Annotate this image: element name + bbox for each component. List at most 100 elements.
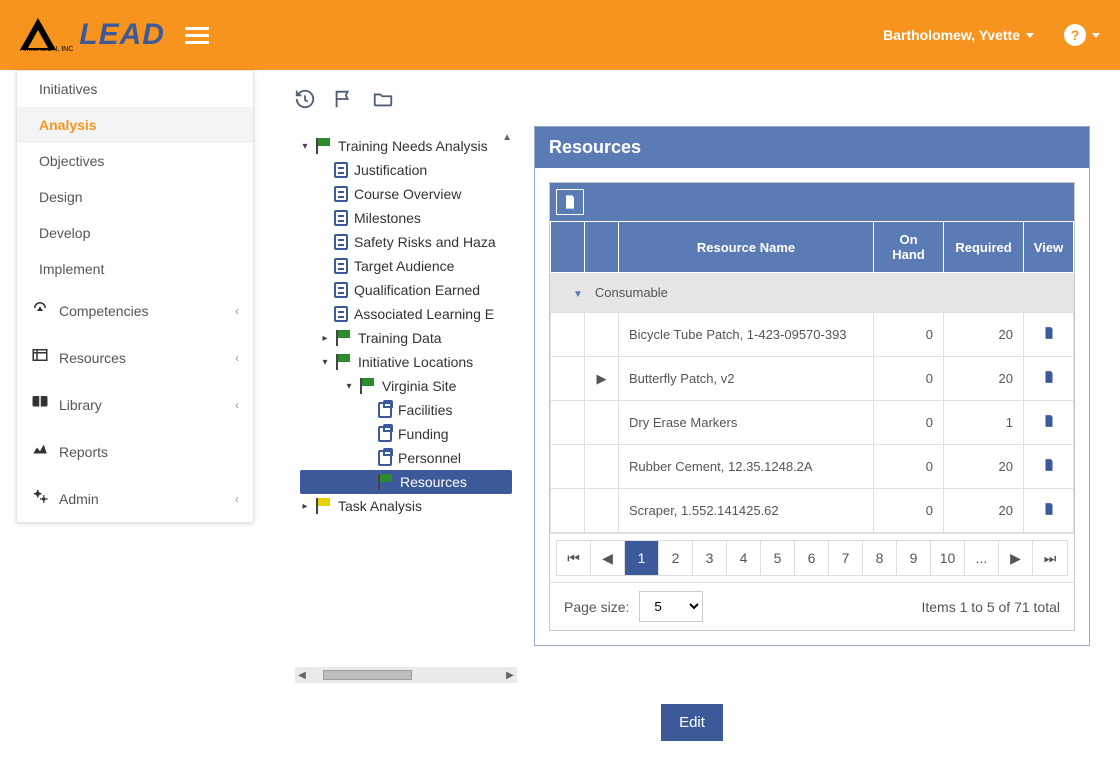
expand-icon[interactable]: ▸ [320, 333, 330, 344]
history-icon[interactable] [294, 88, 316, 110]
pager: ⏮ ◀ 1 2 3 4 5 6 7 8 9 10 [556, 540, 1068, 576]
logo-text: LEAD [79, 18, 165, 52]
pager-last[interactable]: ⏭ [1033, 541, 1067, 575]
clipboard-icon [378, 426, 392, 442]
sidebar-item-analysis[interactable]: Analysis [17, 107, 253, 143]
items-info: Items 1 to 5 of 71 total [907, 599, 1074, 615]
clipboard-icon [378, 402, 392, 418]
collapse-icon[interactable]: ▾ [344, 381, 354, 392]
page-size-select[interactable]: 5 [639, 591, 703, 622]
expand-icon[interactable]: ▸ [300, 501, 310, 512]
col-resource-name[interactable]: Resource Name [619, 222, 874, 273]
resources-table: Resource Name On Hand Required View ▼Con… [550, 221, 1074, 533]
pager-more[interactable]: ... [965, 541, 999, 575]
flag-green-icon [316, 140, 332, 152]
pager-page[interactable]: 7 [829, 541, 863, 575]
view-button[interactable] [1042, 461, 1056, 476]
flag-green-icon [360, 380, 376, 392]
sidebar-item-objectives[interactable]: Objectives [17, 143, 253, 179]
scroll-right-icon[interactable]: ▶ [503, 670, 517, 681]
scroll-up-icon[interactable]: ▲ [502, 132, 512, 143]
clipboard-icon [378, 450, 392, 466]
sidebar-item-initiatives[interactable]: Initiatives [17, 71, 253, 107]
tree-node-funding[interactable]: Funding [300, 422, 512, 446]
view-button[interactable] [1042, 373, 1056, 388]
group-collapse-icon[interactable]: ▼ [561, 289, 595, 300]
pager-page[interactable]: 8 [863, 541, 897, 575]
scroll-left-icon[interactable]: ◀ [295, 670, 309, 681]
sidebar-item-design[interactable]: Design [17, 179, 253, 215]
chart-icon [31, 440, 49, 463]
sidebar-group-resources[interactable]: Resources ‹ [17, 334, 253, 381]
tree-node-personnel[interactable]: Personnel [300, 446, 512, 470]
pager-page[interactable]: 1 [625, 541, 659, 575]
pager-next[interactable]: ▶ [999, 541, 1033, 575]
scroll-thumb[interactable] [323, 670, 412, 680]
sidebar-group-reports[interactable]: Reports [17, 428, 253, 475]
document-icon [334, 234, 348, 250]
document-icon [334, 258, 348, 274]
pager-page[interactable]: 5 [761, 541, 795, 575]
document-icon [334, 162, 348, 178]
tree-node-training-data[interactable]: ▸Training Data [300, 326, 512, 350]
resources-panel: Resources [534, 126, 1090, 646]
tree-node-course-overview[interactable]: Course Overview [300, 182, 512, 206]
gears-icon [31, 487, 49, 510]
sidebar-group-competencies[interactable]: Competencies ‹ [17, 287, 253, 334]
sidebar-item-develop[interactable]: Develop [17, 215, 253, 251]
pager-prev[interactable]: ◀ [591, 541, 625, 575]
pager-page[interactable]: 2 [659, 541, 693, 575]
tree-node-justification[interactable]: Justification [300, 158, 512, 182]
tree-node-initiative-locations[interactable]: ▾Initiative Locations [300, 350, 512, 374]
sidebar-group-admin[interactable]: Admin ‹ [17, 475, 253, 522]
col-expand [551, 222, 585, 273]
folder-icon[interactable] [370, 88, 392, 110]
collapse-icon[interactable]: ▾ [320, 357, 330, 368]
row-expand-icon[interactable]: ▶ [585, 357, 619, 401]
tree-node-facilities[interactable]: Facilities [300, 398, 512, 422]
table-row: ▶ Butterfly Patch, v2 0 20 [551, 357, 1074, 401]
view-button[interactable] [1042, 329, 1056, 344]
tree-panel: ▲ ▾ Training Needs Analysis Justificatio… [294, 126, 518, 684]
menu-toggle-button[interactable] [185, 23, 209, 48]
pager-page[interactable]: 9 [897, 541, 931, 575]
sidebar-item-implement[interactable]: Implement [17, 251, 253, 287]
logo[interactable]: AIMEREON, INC LEAD [20, 18, 165, 53]
tree-node-learning[interactable]: Associated Learning E [300, 302, 512, 326]
new-record-button[interactable] [556, 189, 584, 215]
view-button[interactable] [1042, 417, 1056, 432]
tree-hscroll[interactable]: ◀ ▶ [295, 667, 517, 683]
tree-node-resources[interactable]: Resources [300, 470, 512, 494]
tree-node-safety[interactable]: Safety Risks and Haza [300, 230, 512, 254]
topbar: AIMEREON, INC LEAD Bartholomew, Yvette ? [0, 0, 1120, 70]
edit-button[interactable]: Edit [661, 704, 723, 741]
panel-title: Resources [535, 127, 1089, 168]
group-row-consumable[interactable]: ▼Consumable [551, 273, 1074, 313]
col-onhand[interactable]: On Hand [874, 222, 944, 273]
caret-down-icon [1092, 33, 1100, 38]
collapse-icon[interactable]: ▾ [300, 141, 310, 152]
user-menu[interactable]: Bartholomew, Yvette [883, 27, 1034, 43]
table-row: Scraper, 1.552.141425.62 0 20 [551, 489, 1074, 533]
caret-down-icon [1026, 33, 1034, 38]
tree-node-tna[interactable]: ▾ Training Needs Analysis [300, 134, 512, 158]
chevron-left-icon: ‹ [235, 304, 239, 318]
help-menu[interactable]: ? [1064, 24, 1100, 46]
pager-page[interactable]: 6 [795, 541, 829, 575]
flag-icon[interactable] [332, 88, 354, 110]
col-required[interactable]: Required [944, 222, 1024, 273]
tree-node-qualification[interactable]: Qualification Earned [300, 278, 512, 302]
tree-node-target-audience[interactable]: Target Audience [300, 254, 512, 278]
view-button[interactable] [1042, 505, 1056, 520]
tree-node-virginia[interactable]: ▾Virginia Site [300, 374, 512, 398]
tree-node-milestones[interactable]: Milestones [300, 206, 512, 230]
gauge-icon [31, 299, 49, 322]
pager-page[interactable]: 3 [693, 541, 727, 575]
pager-page[interactable]: 10 [931, 541, 965, 575]
resources-icon [31, 346, 49, 369]
help-icon: ? [1064, 24, 1086, 46]
pager-first[interactable]: ⏮ [557, 541, 591, 575]
pager-page[interactable]: 4 [727, 541, 761, 575]
tree-node-task-analysis[interactable]: ▸Task Analysis [300, 494, 512, 518]
sidebar-group-library[interactable]: Library ‹ [17, 381, 253, 428]
